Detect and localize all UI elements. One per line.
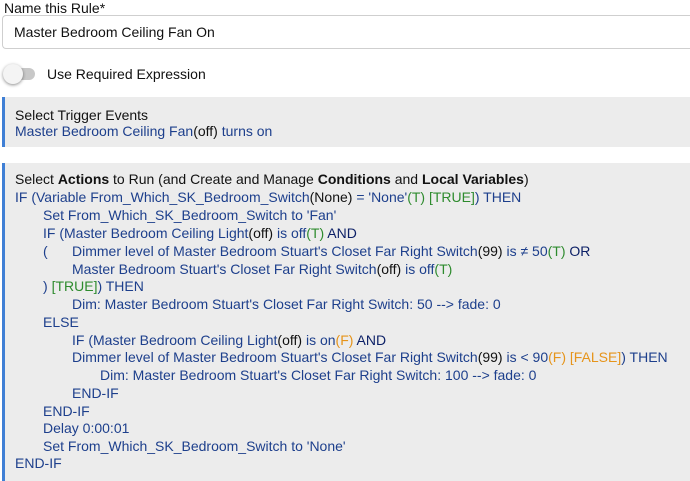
action-line-if-variable[interactable]: IF (Variable From_Which_SK_Bedroom_Switc… [15, 189, 521, 206]
seg: ) THEN [621, 349, 668, 365]
action-line-set-none[interactable]: Set From_Which_SK_Bedroom_Switch to 'Non… [43, 438, 346, 455]
seg: is on [302, 332, 336, 348]
trigger-events-title: Select Trigger Events [15, 107, 149, 123]
trigger-state-text: off [197, 123, 214, 139]
actions-panel[interactable]: Select Actions to Run (and Create and Ma… [2, 163, 690, 481]
seg: Dimmer level of Master Bedroom Stuart's … [72, 349, 478, 365]
seg: (T) [547, 243, 566, 259]
actions-title-mid1: to Run (and Create and Manage [109, 171, 318, 187]
seg: IF (Master Bedroom Ceiling Light [43, 225, 249, 241]
seg: IF (Master Bedroom Ceiling Light [72, 332, 278, 348]
trigger-action: turns on [221, 123, 273, 139]
seg: AND [353, 332, 387, 348]
seg: (off) [277, 332, 303, 348]
toggle-knob [3, 64, 23, 84]
seg: IF (Variable From_Which_SK_Bedroom_Switc… [15, 189, 310, 205]
seg: (off) [248, 225, 274, 241]
seg: OR [565, 243, 591, 259]
action-line-if-ceiling-light[interactable]: IF (Master Bedroom Ceiling Light(off) is… [43, 225, 357, 242]
trigger-events-panel[interactable]: Select Trigger Events Master Bedroom Cei… [2, 97, 690, 147]
trigger-device: Master Bedroom Ceiling Fan [15, 123, 194, 139]
actions-title: Select Actions to Run (and Create and Ma… [15, 171, 529, 187]
seg: is off [273, 225, 307, 241]
seg: Master Bedroom Stuart's Closet Far Right… [72, 261, 377, 277]
seg: ) THEN [474, 189, 522, 205]
action-line-dim-50[interactable]: Dim: Master Bedroom Stuart's Closet Far … [72, 296, 501, 313]
seg: [TRUE] [51, 278, 98, 294]
seg: (off) [376, 261, 402, 277]
seg: ) THEN [97, 278, 144, 294]
trigger-state-wrap: (off) [193, 123, 218, 139]
action-line-else[interactable]: ELSE [43, 314, 79, 331]
action-line-delay[interactable]: Delay 0:00:01 [43, 420, 129, 437]
action-line-open-paren: ( [43, 243, 48, 259]
rule-name-label: Name this Rule* [4, 0, 106, 16]
actions-title-conditions: Conditions [317, 171, 391, 187]
action-line-dim-100[interactable]: Dim: Master Bedroom Stuart's Closet Far … [100, 367, 536, 384]
action-line-if-ceiling-light-on[interactable]: IF (Master Bedroom Ceiling Light(off) is… [72, 332, 386, 349]
actions-title-post: ) [523, 171, 529, 187]
seg: (F) [FALSE] [548, 349, 622, 365]
seg: is ≠ 50 [502, 243, 548, 259]
action-line-close-paren[interactable]: ) [TRUE]) THEN [43, 278, 144, 295]
action-line-dimmer-level-50[interactable]: Dimmer level of Master Bedroom Stuart's … [72, 243, 590, 260]
seg: Dimmer level of Master Bedroom Stuart's … [72, 243, 478, 259]
seg: is < 90 [502, 349, 549, 365]
seg: (99) [477, 349, 503, 365]
seg: is off [401, 261, 435, 277]
action-line-dimmer-level-90[interactable]: Dimmer level of Master Bedroom Stuart's … [72, 349, 668, 366]
required-expression-label: Use Required Expression [47, 66, 206, 82]
action-line-switch-off[interactable]: Master Bedroom Stuart's Closet Far Right… [72, 261, 452, 278]
required-expression-toggle[interactable] [3, 64, 36, 84]
action-line-end-if-middle[interactable]: END-IF [43, 403, 90, 420]
trigger-event-link[interactable]: Master Bedroom Ceiling Fanoff(off) turns… [15, 123, 272, 140]
seg: (None) [309, 189, 353, 205]
actions-title-pre: Select [15, 171, 58, 187]
seg: (T) [434, 261, 453, 277]
actions-title-actions: Actions [57, 171, 110, 187]
actions-title-local-variables: Local Variables [421, 171, 524, 187]
action-line-set-fan[interactable]: Set From_Which_SK_Bedroom_Switch to 'Fan… [43, 207, 336, 224]
seg: (99) [477, 243, 503, 259]
action-line-end-if-inner[interactable]: END-IF [72, 385, 119, 402]
seg: AND [324, 225, 357, 241]
seg: (F) [335, 332, 354, 348]
actions-title-mid2: and [390, 171, 422, 187]
seg: (T) [306, 225, 325, 241]
seg: ) [43, 278, 52, 294]
seg: = 'None' [352, 189, 408, 205]
seg: (T) [TRUE] [407, 189, 475, 205]
action-line-end-if-outer[interactable]: END-IF [15, 455, 62, 472]
rule-name-input[interactable] [2, 15, 690, 49]
